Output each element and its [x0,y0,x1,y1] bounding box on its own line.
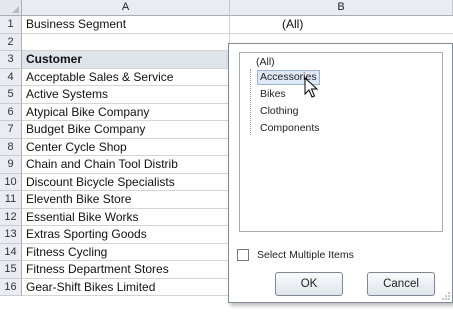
row-number[interactable]: 15 [0,261,22,279]
filter-item-tree[interactable]: (All) Accessories Bikes Clothing Compone… [239,52,443,232]
spreadsheet: A B 1 Business Segment (All) 2 3 Customer 4 Acc… [0,0,453,321]
cell-a[interactable]: Eleventh Bike Store [22,191,230,209]
row-number[interactable]: 14 [0,243,22,261]
row-number[interactable]: 11 [0,191,22,209]
filter-item-bikes[interactable]: Bikes [260,88,286,101]
cell-a[interactable]: Atypical Bike Company [22,103,230,121]
cell-a[interactable]: Center Cycle Shop [22,138,230,156]
row-number[interactable]: 9 [0,156,22,174]
row-number[interactable]: 4 [0,68,22,86]
table-row: 1 Business Segment (All) [0,16,453,34]
row-number[interactable]: 5 [0,86,22,104]
cell-a[interactable]: Acceptable Sales & Service [22,68,230,86]
select-multiple-row[interactable]: Select Multiple Items [237,249,354,262]
filter-item-components[interactable]: Components [260,122,320,135]
cell-a[interactable]: Discount Bicycle Specialists [22,173,230,191]
cell-a[interactable]: Business Segment [22,16,230,34]
row-number[interactable]: 8 [0,138,22,156]
resize-grip-icon[interactable] [442,292,450,300]
filter-item-all[interactable]: (All) [256,56,275,69]
row-number[interactable]: 1 [0,16,22,34]
cell-a[interactable]: Customer [22,51,230,69]
select-multiple-label: Select Multiple Items [257,249,354,261]
cell-b[interactable]: (All) [230,16,453,34]
cell-a[interactable]: Essential Bike Works [22,208,230,226]
row-number[interactable]: 10 [0,173,22,191]
column-header-b[interactable]: B [230,0,453,16]
row-number[interactable]: 3 [0,51,22,69]
row-number[interactable]: 2 [0,33,22,51]
cell-a[interactable]: Fitness Department Stores [22,261,230,279]
row-number[interactable]: 12 [0,208,22,226]
tree-connector-line [250,69,251,135]
select-all-corner[interactable] [0,0,22,16]
cell-a[interactable]: Gear-Shift Bikes Limited [22,278,230,296]
cancel-button[interactable]: Cancel [367,272,435,296]
filter-item-clothing[interactable]: Clothing [260,105,299,118]
corner-triangle-icon [12,6,19,13]
column-header-a[interactable]: A [22,0,230,16]
cell-a[interactable]: Active Systems [22,86,230,104]
row-number[interactable]: 7 [0,121,22,139]
cell-a[interactable]: Extras Sporting Goods [22,226,230,244]
filter-dropdown-panel: (All) Accessories Bikes Clothing Compone… [228,43,453,303]
cell-a[interactable] [22,33,230,51]
ok-button[interactable]: OK [275,272,343,296]
cell-a[interactable]: Chain and Chain Tool Distrib [22,156,230,174]
cell-a[interactable]: Fitness Cycling [22,243,230,261]
select-multiple-checkbox[interactable] [237,249,249,262]
row-number[interactable]: 13 [0,226,22,244]
row-number[interactable]: 16 [0,278,22,296]
mouse-pointer-icon [304,77,318,98]
row-number[interactable]: 6 [0,103,22,121]
cell-a[interactable]: Budget Bike Company [22,121,230,139]
